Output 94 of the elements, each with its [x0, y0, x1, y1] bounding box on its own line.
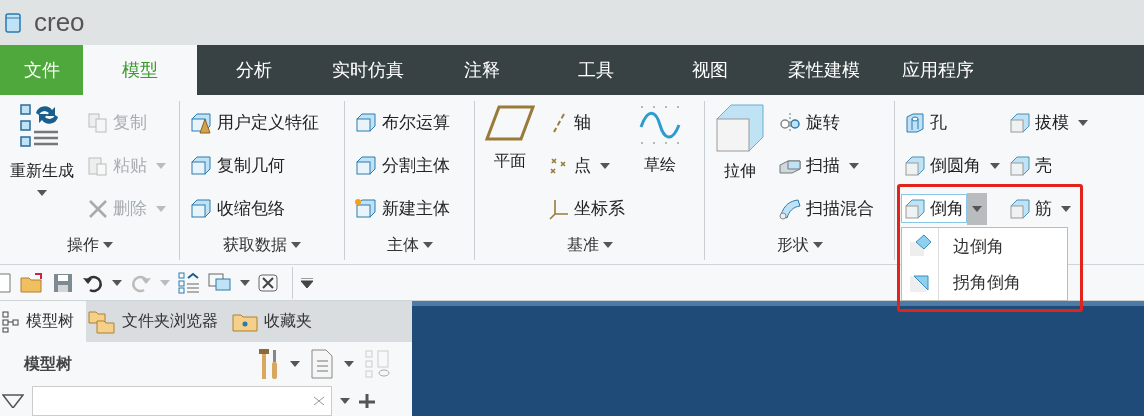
panel-tab[interactable]: 收藏夹: [230, 301, 324, 343]
ribbon-tab[interactable]: 柔性建模: [767, 45, 881, 95]
cube-icon: [904, 154, 926, 177]
cube-icon: [354, 197, 378, 220]
group-label[interactable]: 主体: [345, 230, 474, 260]
caret-icon[interactable]: [1078, 119, 1088, 126]
caret-icon[interactable]: [240, 279, 250, 286]
blend-icon: [778, 196, 802, 221]
ribbon-button[interactable]: 复制几何: [186, 151, 288, 180]
ribbon-tab[interactable]: 分析: [197, 45, 311, 95]
caret-icon: [602, 242, 613, 248]
cube-icon: [189, 154, 213, 177]
cube-icon: [1009, 197, 1031, 220]
ribbon-button[interactable]: 重新生成: [6, 101, 78, 230]
hole-icon: [904, 111, 926, 134]
parallelogram-icon: [485, 103, 535, 143]
caret-icon[interactable]: [1061, 205, 1071, 212]
ribbon-button[interactable]: 布尔运算: [351, 108, 453, 137]
panel-title: 模型树: [24, 353, 72, 375]
ribbon-button[interactable]: 草绘: [634, 101, 686, 230]
clear-icon[interactable]: [313, 396, 325, 406]
dropdown-button[interactable]: [967, 192, 987, 225]
ribbon-button[interactable]: 坐标系: [545, 194, 628, 223]
axes-icon: [548, 197, 570, 220]
caret-icon[interactable]: [112, 279, 122, 286]
caret-icon: [972, 205, 982, 212]
menu-item[interactable]: 拐角倒角: [902, 264, 1067, 300]
revolve-icon: [778, 111, 802, 134]
caret-icon: [102, 242, 113, 248]
caret-icon[interactable]: [849, 162, 859, 169]
ribbon-button[interactable]: 倒圆角: [901, 151, 984, 180]
ribbon-button[interactable]: 旋转: [775, 108, 843, 137]
ribbon-button[interactable]: 点: [545, 151, 594, 180]
panel-tab[interactable]: 模型树: [0, 301, 86, 343]
ribbon-tab[interactable]: 视图: [653, 45, 767, 95]
ribbon-button[interactable]: 筋: [1006, 194, 1055, 223]
caret-icon: [812, 242, 823, 248]
group-label[interactable]: 形状: [705, 230, 894, 260]
group-label[interactable]: 获取数据: [180, 230, 344, 260]
cube-icon: [354, 111, 378, 134]
customize-icon[interactable]: [301, 277, 313, 288]
cube-icon: [2, 11, 24, 34]
box-icon: [715, 103, 765, 153]
ribbon-tab[interactable]: 实时仿真: [311, 45, 425, 95]
search-field[interactable]: [32, 386, 332, 416]
ribbon-button[interactable]: 收缩包络: [186, 194, 288, 223]
folder-icon[interactable]: [20, 271, 44, 294]
ribbon-button[interactable]: 拔模: [1006, 108, 1072, 137]
group-label[interactable]: 基准: [475, 230, 704, 260]
ribbon-button[interactable]: 扫描混合: [775, 193, 877, 224]
close-icon[interactable]: [258, 273, 278, 292]
cube-icon: [189, 111, 213, 134]
ribbon-button[interactable]: 壳: [1006, 151, 1055, 180]
save-icon[interactable]: [52, 271, 74, 294]
wave-icon: [638, 103, 682, 147]
regenerate-icon[interactable]: [178, 271, 200, 294]
x-icon: [87, 197, 109, 220]
ribbon-tab[interactable]: 工具: [539, 45, 653, 95]
cube-icon: [354, 154, 378, 177]
ribbon-tab[interactable]: 注释: [425, 45, 539, 95]
cube-icon: [189, 197, 213, 220]
app-logo: creo: [34, 7, 85, 38]
cube-icon: [908, 234, 932, 258]
cube-icon: [1009, 111, 1031, 134]
ribbon-button[interactable]: 平面: [481, 101, 539, 230]
tree-icon: [2, 310, 20, 333]
caret-icon[interactable]: [340, 398, 350, 404]
ribbon-button[interactable]: 扫描: [775, 151, 843, 180]
plus-icon[interactable]: [358, 394, 376, 408]
caret-icon[interactable]: [344, 361, 354, 368]
cube-icon: [904, 197, 926, 220]
ribbon-button[interactable]: 用户定义特征: [186, 108, 322, 137]
clipboard-icon: [87, 154, 109, 177]
ribbon-button[interactable]: 拉伸: [711, 101, 769, 230]
caret-icon[interactable]: [37, 190, 47, 196]
copy-icon: [87, 111, 109, 134]
filter-icon[interactable]: [2, 394, 24, 408]
caret-icon: [422, 242, 433, 248]
ribbon-button[interactable]: 分割主体: [351, 151, 453, 180]
ribbon-button[interactable]: 倒角: [901, 194, 967, 223]
ribbon-button[interactable]: 轴: [545, 108, 594, 137]
group-label[interactable]: 操作: [0, 230, 179, 260]
caret-icon[interactable]: [990, 162, 1000, 169]
folders-icon: [88, 309, 116, 334]
menu-item[interactable]: 边倒角: [902, 228, 1067, 264]
tools-icon[interactable]: [258, 348, 280, 381]
panel-tab[interactable]: 文件夹浏览器: [86, 301, 230, 343]
ribbon-button[interactable]: 孔: [901, 108, 950, 137]
caret-icon[interactable]: [600, 162, 610, 169]
caret-icon: [291, 242, 301, 248]
cube-icon: [1009, 154, 1031, 177]
ribbon-button[interactable]: 新建主体: [351, 194, 453, 223]
ribbon-tab[interactable]: 应用程序: [881, 45, 995, 95]
caret-icon[interactable]: [290, 361, 300, 368]
